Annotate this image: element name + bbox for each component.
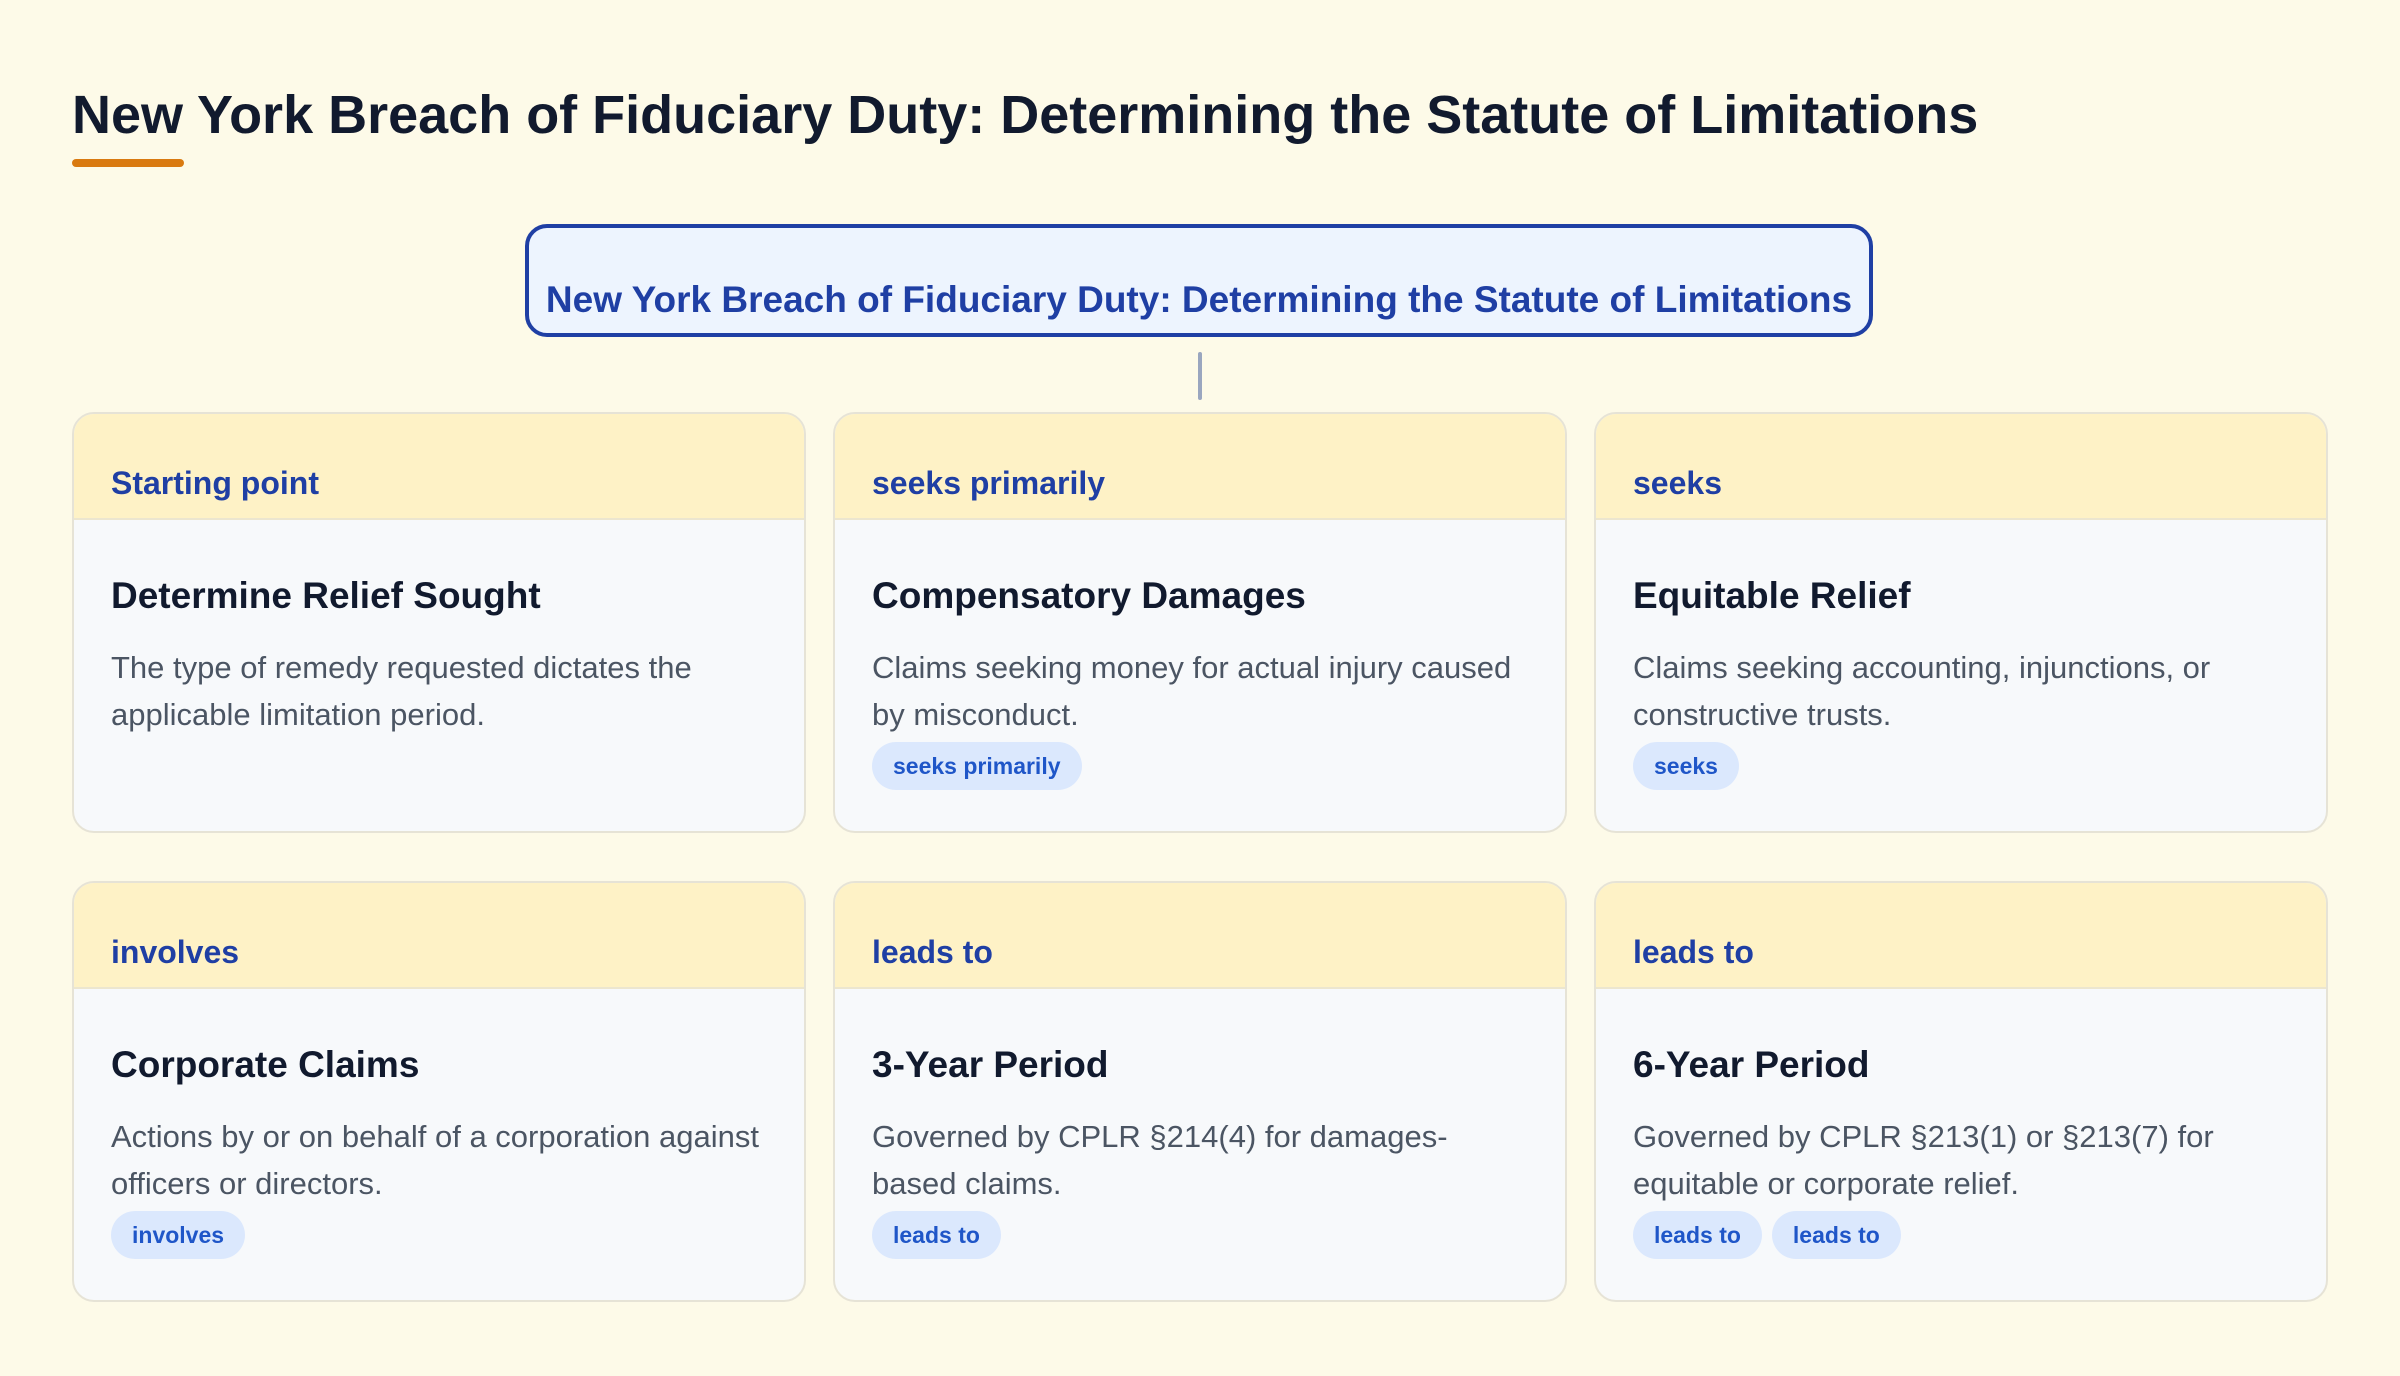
card-body: Corporate Claims Actions by or on behalf… (74, 989, 804, 1259)
node-grid: Starting point Determine Relief Sought T… (72, 412, 2328, 1302)
card-header: seeks (1596, 414, 2326, 520)
card-title: Equitable Relief (1633, 575, 1911, 616)
relation-tag: seeks primarily (872, 742, 1082, 790)
card-edge-label: leads to (872, 934, 993, 970)
card-description: Actions by or on behalf of a corporation… (111, 1119, 759, 1201)
node-card-3-year-period: leads to 3-Year Period Governed by CPLR … (833, 881, 1567, 1302)
root-node-label: New York Breach of Fiduciary Duty: Deter… (545, 279, 1853, 320)
node-card-equitable-relief: seeks Equitable Relief Claims seeking ac… (1594, 412, 2328, 833)
node-card-6-year-period: leads to 6-Year Period Governed by CPLR … (1594, 881, 2328, 1302)
card-tags: leads to leads to (1633, 1211, 2289, 1259)
card-description: Governed by CPLR §213(1) or §213(7) for … (1633, 1119, 2214, 1201)
card-header: leads to (835, 883, 1565, 989)
card-description: The type of remedy requested dictates th… (111, 650, 692, 732)
card-tags: seeks (1633, 742, 2289, 790)
card-title: Corporate Claims (111, 1044, 420, 1085)
card-edge-label: seeks primarily (872, 465, 1106, 501)
card-title: 3-Year Period (872, 1044, 1109, 1085)
card-body: Determine Relief Sought The type of reme… (74, 520, 804, 738)
card-edge-label: Starting point (111, 465, 319, 501)
root-connector-line (1198, 352, 1202, 400)
node-card-compensatory-damages: seeks primarily Compensatory Damages Cla… (833, 412, 1567, 833)
relation-tag: leads to (1771, 1211, 1901, 1259)
title-accent-underline (72, 159, 184, 167)
card-body: Compensatory Damages Claims seeking mone… (835, 520, 1565, 790)
card-description: Claims seeking accounting, injunctions, … (1633, 650, 2211, 732)
relation-tag: leads to (1633, 1211, 1762, 1259)
card-tags: involves (111, 1211, 767, 1259)
relation-tag: leads to (872, 1211, 1001, 1259)
card-body: 3-Year Period Governed by CPLR §214(4) f… (835, 989, 1565, 1259)
page-title: New York Breach of Fiduciary Duty: Deter… (72, 85, 1979, 145)
card-edge-label: involves (111, 934, 240, 970)
root-node: New York Breach of Fiduciary Duty: Deter… (525, 224, 1873, 337)
card-body: 6-Year Period Governed by CPLR §213(1) o… (1596, 989, 2326, 1259)
card-title: Determine Relief Sought (111, 575, 541, 616)
card-title: 6-Year Period (1633, 1044, 1870, 1085)
card-header: leads to (1596, 883, 2326, 989)
relation-tag: involves (111, 1211, 246, 1259)
card-header: Starting point (74, 414, 804, 520)
card-body: Equitable Relief Claims seeking accounti… (1596, 520, 2326, 790)
relation-tag: seeks (1633, 742, 1739, 790)
card-tags: seeks primarily (872, 742, 1528, 790)
card-description: Governed by CPLR §214(4) for damages-bas… (872, 1119, 1448, 1201)
card-tags: leads to (872, 1211, 1528, 1259)
node-card-determine-relief: Starting point Determine Relief Sought T… (72, 412, 806, 833)
node-card-corporate-claims: involves Corporate Claims Actions by or … (72, 881, 806, 1302)
card-header: involves (74, 883, 804, 989)
card-title: Compensatory Damages (872, 575, 1306, 616)
card-edge-label: seeks (1633, 465, 1722, 501)
card-description: Claims seeking money for actual injury c… (872, 650, 1512, 732)
card-edge-label: leads to (1633, 934, 1754, 970)
card-header: seeks primarily (835, 414, 1565, 520)
